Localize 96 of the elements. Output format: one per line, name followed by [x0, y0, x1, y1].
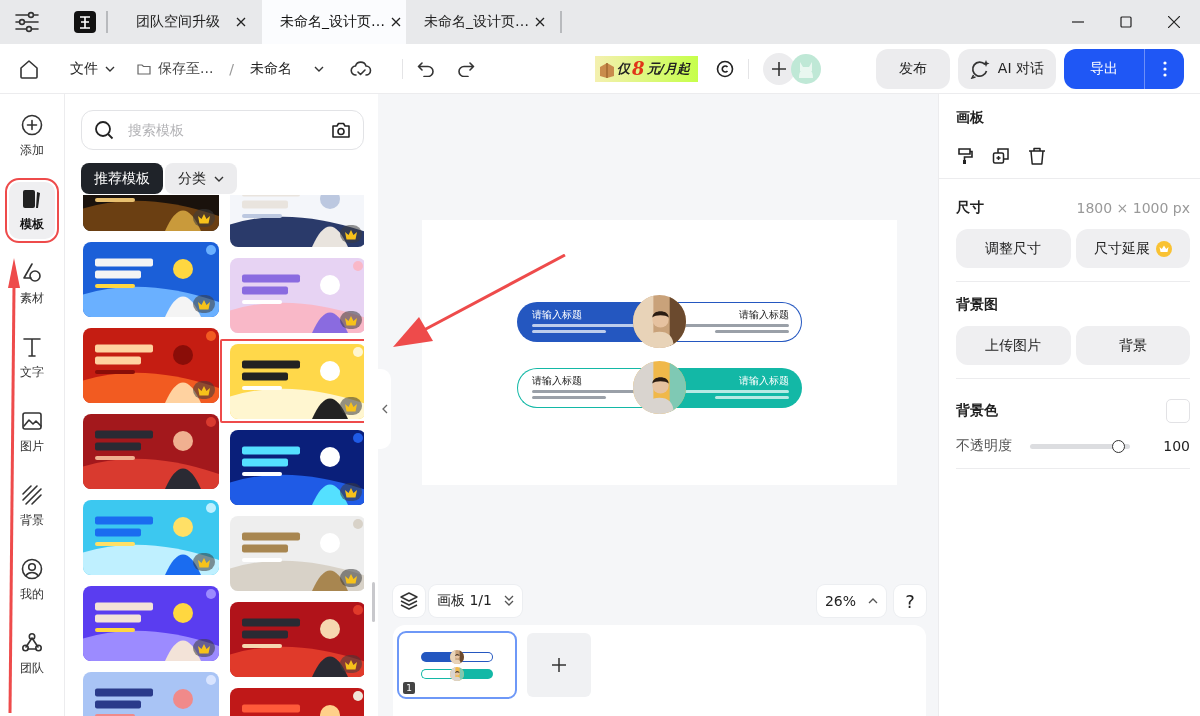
redo-icon[interactable] [457, 60, 476, 77]
maximize-icon[interactable] [1120, 16, 1132, 28]
crown-icon [197, 298, 211, 310]
team-icon [21, 632, 43, 654]
sidebar-item[interactable]: 背景 [9, 478, 55, 535]
paint-roller-icon[interactable] [956, 147, 974, 165]
crown-icon [197, 556, 211, 568]
chevron-up-icon [868, 598, 878, 604]
crown-icon [344, 572, 358, 584]
crown-icon [344, 486, 358, 498]
background-button[interactable]: 背景 [1075, 326, 1190, 365]
promo-banner[interactable]: 仅8 元/月起 [595, 55, 699, 82]
sidebar-item[interactable]: 团队 [9, 626, 55, 683]
pill-title: 请输入标题 [739, 375, 789, 386]
collapse-panel-handle[interactable] [378, 369, 391, 449]
section-title: 画板 [956, 109, 985, 127]
size-value: 1800 × 1000 px [1076, 200, 1190, 216]
layers-button[interactable] [393, 585, 425, 617]
more-options-button[interactable] [1144, 48, 1184, 89]
section-title: 尺寸 [956, 199, 984, 217]
plus-icon [771, 60, 788, 77]
browser-tab[interactable]: 未命名_设计页… [406, 0, 550, 44]
zoom-menu[interactable]: 26% [816, 585, 886, 617]
template-icon [21, 188, 43, 210]
chat-sparkle-icon [969, 58, 990, 79]
background-button[interactable]: 上传图片 [956, 326, 1071, 365]
category-dropdown[interactable]: 分类 [165, 163, 237, 194]
page-thumbnail[interactable]: 1 [397, 631, 517, 699]
more-vertical-icon [1162, 60, 1167, 77]
close-icon[interactable] [391, 17, 401, 27]
sidebar-item[interactable]: 添加 [9, 108, 55, 165]
artboard-menu[interactable]: 画板 1/1 [429, 585, 522, 617]
text-icon [21, 336, 43, 358]
copyright-icon[interactable] [716, 59, 735, 78]
user-icon [21, 558, 43, 580]
settings-icon[interactable] [14, 11, 40, 33]
shapes-icon [21, 262, 43, 284]
sidebar-item[interactable]: 素材 [9, 256, 55, 313]
opacity-label: 不透明度 [956, 437, 1012, 455]
opacity-slider[interactable] [1030, 439, 1130, 453]
section-title: 背景色 [956, 402, 998, 420]
publish-button[interactable]: 发布 [875, 48, 950, 89]
trash-icon[interactable] [1028, 147, 1046, 165]
path-separator: / [229, 60, 235, 77]
slider-thumb[interactable] [1112, 439, 1125, 453]
browser-tab[interactable]: 未命名_设计页… [262, 0, 406, 44]
crown-icon [344, 400, 358, 412]
crown-icon [344, 228, 358, 240]
opacity-value: 100 [1163, 438, 1190, 454]
cloud-check-icon[interactable] [350, 59, 373, 78]
crown-icon [344, 314, 358, 326]
search-field[interactable]: 搜索模板 [126, 121, 319, 139]
plus-icon [551, 657, 567, 673]
search-icon [94, 120, 114, 140]
help-button[interactable]: ? [894, 585, 926, 617]
plus-circle-icon [21, 114, 43, 136]
chevron-down-icon [214, 175, 224, 182]
duplicate-icon[interactable] [992, 147, 1010, 165]
close-icon[interactable] [236, 17, 246, 27]
pill-title: 请输入标题 [532, 375, 583, 386]
size-button[interactable]: 尺寸延展 [1075, 229, 1190, 268]
crown-icon [344, 658, 358, 670]
document-name[interactable]: 未命名 [244, 59, 331, 78]
crown-icon [197, 384, 211, 396]
file-menu[interactable]: 文件 [64, 59, 121, 78]
crown-icon [197, 642, 211, 654]
color-swatch[interactable] [1166, 399, 1190, 423]
close-icon[interactable] [1168, 16, 1180, 28]
save-location-button[interactable]: 保存至... [131, 59, 220, 78]
pill-title: 请输入标题 [739, 309, 789, 320]
section-title: 背景图 [956, 296, 999, 314]
home-icon[interactable] [18, 57, 40, 80]
close-icon[interactable] [535, 17, 545, 27]
browser-tab[interactable]: 团队空间升级 [118, 0, 262, 44]
sidebar-item[interactable]: 我的 [9, 552, 55, 609]
chevron-left-icon [381, 404, 388, 414]
image-icon [21, 410, 43, 432]
size-button[interactable]: 调整尺寸 [956, 229, 1071, 268]
app-logo-icon[interactable] [74, 11, 96, 33]
filter-tab[interactable]: 推荐模板 [81, 163, 163, 194]
search-bar[interactable]: 搜索模板 [81, 110, 364, 150]
pill-title: 请输入标题 [532, 309, 583, 320]
folder-icon [137, 62, 151, 75]
chevron-down-icon [314, 65, 325, 72]
camera-icon[interactable] [331, 121, 351, 139]
export-button[interactable]: 导出 [1064, 48, 1144, 89]
ai-chat-button[interactable]: AI 对话 [957, 48, 1056, 89]
crown-icon [197, 212, 211, 224]
layers-icon [400, 592, 418, 610]
chevron-down-icon [105, 65, 115, 72]
page-number: 1 [403, 682, 415, 694]
undo-icon[interactable] [417, 60, 436, 77]
sidebar-item[interactable]: 图片 [9, 404, 55, 461]
stripes-icon [21, 484, 43, 506]
double-chevron-down-icon [504, 595, 514, 607]
sidebar-item[interactable]: 文字 [9, 330, 55, 387]
